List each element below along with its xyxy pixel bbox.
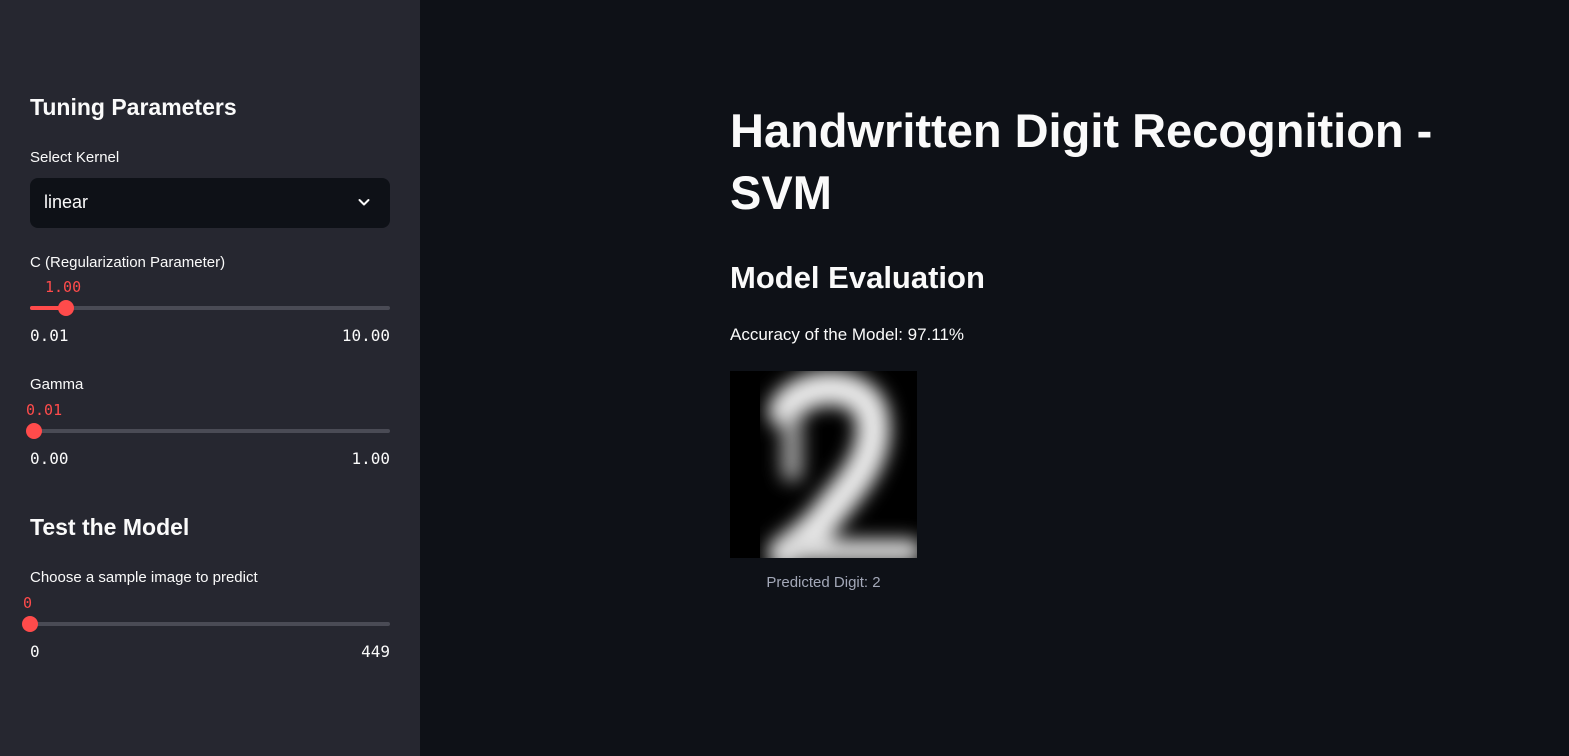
- chevron-down-icon: [358, 199, 370, 206]
- main-content: Handwritten Digit Recognition - SVM Mode…: [420, 0, 1569, 756]
- gamma-slider-min: 0.00: [30, 449, 69, 468]
- sample-slider-value: 0: [23, 594, 33, 612]
- c-slider-value: 1.00: [45, 278, 82, 296]
- sample-digit-image: [730, 371, 917, 558]
- kernel-select[interactable]: linear: [30, 178, 390, 228]
- c-slider-min: 0.01: [30, 326, 69, 345]
- model-evaluation-heading: Model Evaluation: [730, 260, 985, 295]
- select-kernel-label: Select Kernel: [30, 149, 120, 166]
- sidebar: Tuning Parameters Select Kernel linear C…: [0, 0, 420, 756]
- c-slider-label: C (Regularization Parameter): [30, 254, 226, 271]
- c-slider[interactable]: 1.00 0.01 10.00: [30, 278, 390, 368]
- predicted-digit-caption: Predicted Digit: 2: [766, 574, 881, 591]
- app: Tuning Parameters Select Kernel linear C…: [0, 0, 1569, 756]
- c-slider-track[interactable]: [30, 306, 390, 310]
- sample-slider-label: Choose a sample image to predict: [30, 569, 258, 586]
- sample-slider-max: 449: [361, 642, 390, 661]
- gamma-slider[interactable]: 0.01 0.00 1.00: [26, 401, 390, 491]
- c-slider-thumb[interactable]: [58, 300, 74, 316]
- sample-slider-thumb[interactable]: [22, 616, 38, 632]
- tuning-parameters-heading: Tuning Parameters: [30, 94, 237, 120]
- test-the-model-heading: Test the Model: [30, 514, 190, 540]
- kernel-select-value: linear: [44, 192, 89, 212]
- c-slider-max: 10.00: [341, 326, 390, 345]
- sample-slider[interactable]: 0 0 449: [22, 594, 390, 684]
- accuracy-text: Accuracy of the Model: 97.11%: [730, 325, 965, 344]
- sample-slider-track[interactable]: [30, 622, 390, 626]
- sample-slider-min: 0: [30, 642, 40, 661]
- page-title: Handwritten Digit Recognition - SVM: [730, 104, 1433, 219]
- gamma-slider-thumb[interactable]: [26, 423, 42, 439]
- gamma-slider-track[interactable]: [30, 429, 390, 433]
- gamma-slider-label: Gamma: [30, 376, 84, 393]
- gamma-slider-max: 1.00: [351, 449, 390, 468]
- gamma-slider-value: 0.01: [26, 401, 63, 419]
